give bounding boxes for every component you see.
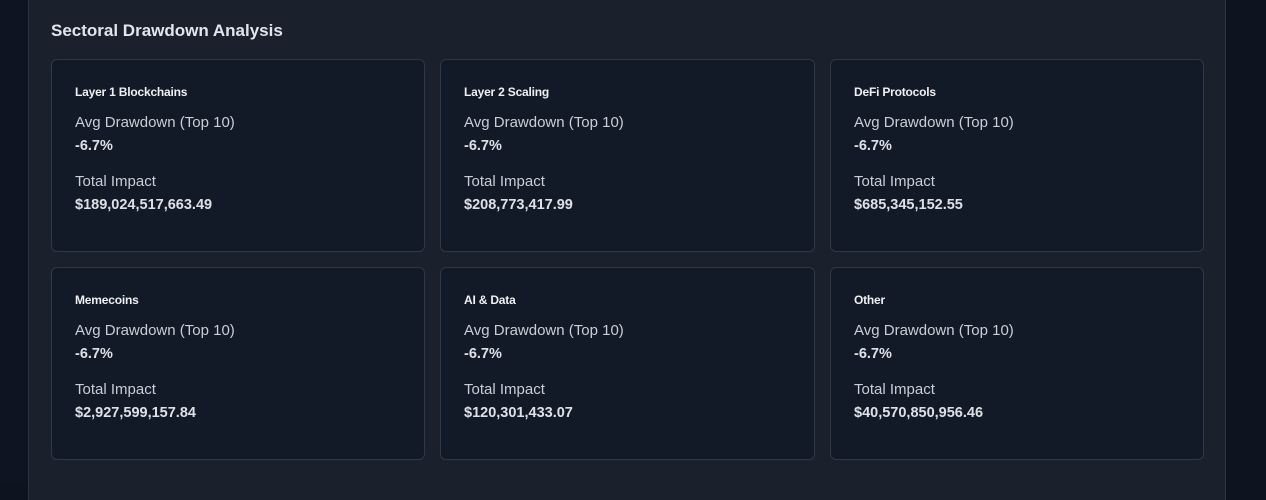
sector-name: AI & Data (464, 293, 516, 307)
sector-card: Memecoins Avg Drawdown (Top 10) -6.7% To… (51, 267, 425, 460)
avg-drawdown-label: Avg Drawdown (Top 10) (464, 114, 624, 131)
total-impact-label: Total Impact (464, 173, 545, 190)
sector-name: Layer 1 Blockchains (75, 85, 188, 99)
total-impact-value: $685,345,152.55 (854, 197, 963, 213)
avg-drawdown-value: -6.7% (75, 346, 113, 362)
total-impact-label: Total Impact (464, 381, 545, 398)
avg-drawdown-label: Avg Drawdown (Top 10) (75, 114, 235, 131)
avg-drawdown-label: Avg Drawdown (Top 10) (854, 322, 1014, 339)
sector-name: Layer 2 Scaling (464, 85, 550, 99)
sector-card: Layer 2 Scaling Avg Drawdown (Top 10) -6… (440, 59, 815, 252)
avg-drawdown-value: -6.7% (75, 138, 113, 154)
total-impact-label: Total Impact (75, 173, 156, 190)
avg-drawdown-value: -6.7% (464, 138, 502, 154)
sector-card: AI & Data Avg Drawdown (Top 10) -6.7% To… (440, 267, 815, 460)
total-impact-label: Total Impact (854, 381, 935, 398)
sector-name: DeFi Protocols (854, 85, 936, 99)
sector-name: Memecoins (75, 293, 139, 307)
total-impact-label: Total Impact (75, 381, 156, 398)
total-impact-value: $208,773,417.99 (464, 197, 573, 213)
sector-grid: Layer 1 Blockchains Avg Drawdown (Top 10… (51, 59, 1204, 460)
avg-drawdown-value: -6.7% (854, 138, 892, 154)
total-impact-value: $2,927,599,157.84 (75, 405, 196, 421)
avg-drawdown-label: Avg Drawdown (Top 10) (464, 322, 624, 339)
avg-drawdown-value: -6.7% (464, 346, 502, 362)
sector-name: Other (854, 293, 886, 307)
avg-drawdown-label: Avg Drawdown (Top 10) (854, 114, 1014, 131)
avg-drawdown-value: -6.7% (854, 346, 892, 362)
sector-card: DeFi Protocols Avg Drawdown (Top 10) -6.… (830, 59, 1204, 252)
total-impact-value: $120,301,433.07 (464, 405, 573, 421)
total-impact-label: Total Impact (854, 173, 935, 190)
total-impact-value: $40,570,850,956.46 (854, 405, 984, 421)
sector-card: Layer 1 Blockchains Avg Drawdown (Top 10… (51, 59, 425, 252)
section-title: Sectoral Drawdown Analysis (51, 21, 283, 40)
avg-drawdown-label: Avg Drawdown (Top 10) (75, 322, 235, 339)
page-background (0, 0, 28, 485)
total-impact-value: $189,024,517,663.49 (75, 197, 213, 213)
sector-card: Other Avg Drawdown (Top 10) -6.7% Total … (830, 267, 1204, 460)
